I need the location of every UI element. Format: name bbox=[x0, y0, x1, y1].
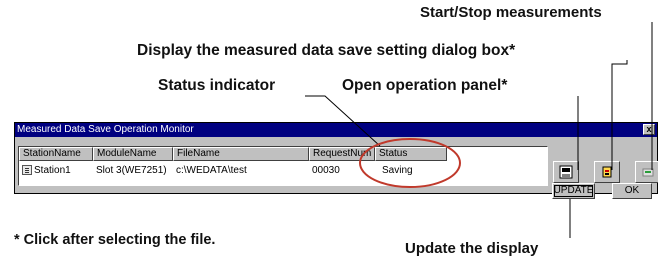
column-header-status[interactable]: Status bbox=[375, 147, 447, 161]
callout-display-dialog: Display the measured data save setting d… bbox=[137, 42, 516, 59]
callout-start-stop: Start/Stop measurements bbox=[420, 4, 602, 21]
column-header-requestnum[interactable]: RequestNum bbox=[309, 147, 375, 161]
update-button[interactable]: UPDATE bbox=[552, 183, 595, 199]
column-header-stationname[interactable]: StationName bbox=[19, 147, 93, 161]
cell-file: c:\WEDATA\test bbox=[176, 165, 247, 176]
callout-update-display: Update the display bbox=[405, 240, 539, 257]
station-icon bbox=[22, 165, 32, 175]
open-operation-panel-button[interactable] bbox=[594, 161, 620, 183]
cell-station: Station1 bbox=[34, 165, 71, 176]
window-title: Measured Data Save Operation Monitor bbox=[15, 123, 657, 137]
start-stop-icon bbox=[642, 168, 654, 177]
start-stop-button[interactable] bbox=[635, 161, 658, 183]
save-operation-list[interactable]: StationName ModuleName FileName RequestN… bbox=[18, 146, 548, 186]
list-header: StationName ModuleName FileName RequestN… bbox=[19, 147, 547, 161]
monitor-window: Measured Data Save Operation Monitor x S… bbox=[14, 122, 658, 199]
cell-request: 00030 bbox=[312, 165, 340, 176]
status-indicator: Saving bbox=[382, 165, 413, 176]
save-settings-icon bbox=[559, 165, 573, 179]
callout-open-panel: Open operation panel* bbox=[342, 77, 508, 94]
callout-status-indicator: Status indicator bbox=[158, 77, 276, 94]
operation-panel-icon bbox=[602, 166, 612, 178]
ok-button[interactable]: OK bbox=[612, 183, 652, 199]
cell-module: Slot 3(WE7251) bbox=[96, 165, 167, 176]
callout-click-note: * Click after selecting the file. bbox=[14, 232, 216, 248]
close-button[interactable]: x bbox=[643, 124, 655, 135]
save-settings-button[interactable] bbox=[553, 161, 579, 183]
column-header-modulename[interactable]: ModuleName bbox=[93, 147, 173, 161]
column-header-filename[interactable]: FileName bbox=[173, 147, 309, 161]
